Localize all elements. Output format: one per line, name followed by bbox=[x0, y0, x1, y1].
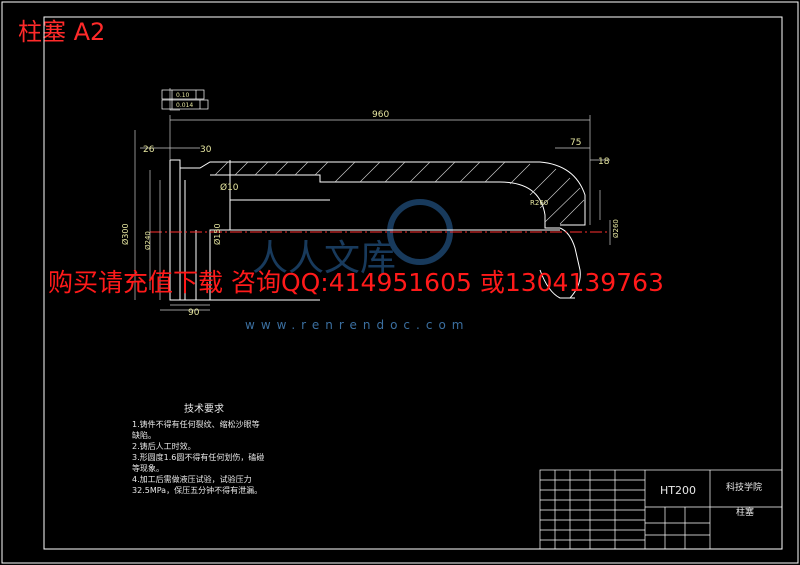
tech-line: 缺陷。 bbox=[132, 431, 156, 440]
svg-text:0.10: 0.10 bbox=[176, 92, 190, 99]
tech-heading: 技术要求 bbox=[184, 404, 224, 415]
school-label: 科技学院 bbox=[726, 483, 763, 493]
svg-text:Ø240: Ø240 bbox=[144, 231, 152, 250]
tech-requirements: 技术要求 1.铸件不得有任何裂纹、缩松沙眼等 缺陷。 2.铸后人工时效。 3.形… bbox=[132, 404, 264, 496]
tech-line: 1.铸件不得有任何裂纹、缩松沙眼等 bbox=[132, 420, 260, 429]
svg-text:R260: R260 bbox=[530, 199, 548, 207]
material-label: HT200 bbox=[660, 484, 696, 497]
tech-line: 2.铸后人工时效。 bbox=[132, 442, 196, 451]
svg-text:0.014: 0.014 bbox=[176, 102, 193, 109]
tech-line: 3.形圆度1.6圆不得有任何划伤，磕碰 bbox=[132, 453, 265, 462]
hatching bbox=[214, 161, 585, 225]
part-name-label: 柱塞 bbox=[736, 508, 755, 518]
tech-line: 4.加工后需做液压试验，试验压力 bbox=[132, 475, 252, 484]
svg-text:18: 18 bbox=[598, 157, 610, 167]
svg-text:Ø10: Ø10 bbox=[220, 182, 239, 193]
svg-text:Ø260: Ø260 bbox=[612, 219, 620, 238]
watermark-text: 购买请充值下载 咨询QQ:414951605 或1304139763 bbox=[48, 268, 664, 297]
tech-line: 等现象。 bbox=[132, 464, 164, 473]
svg-text:90: 90 bbox=[188, 308, 200, 318]
svg-text:30: 30 bbox=[200, 145, 212, 155]
svg-text:Ø300: Ø300 bbox=[120, 223, 130, 245]
svg-text:75: 75 bbox=[570, 138, 581, 148]
svg-text:Ø150: Ø150 bbox=[212, 223, 222, 245]
tech-line: 32.5MPa，保压五分钟不得有泄漏。 bbox=[132, 486, 263, 495]
svg-text:26: 26 bbox=[143, 145, 155, 155]
svg-text:960: 960 bbox=[372, 110, 389, 120]
watermark-url: www.renrendoc.com bbox=[245, 318, 470, 332]
